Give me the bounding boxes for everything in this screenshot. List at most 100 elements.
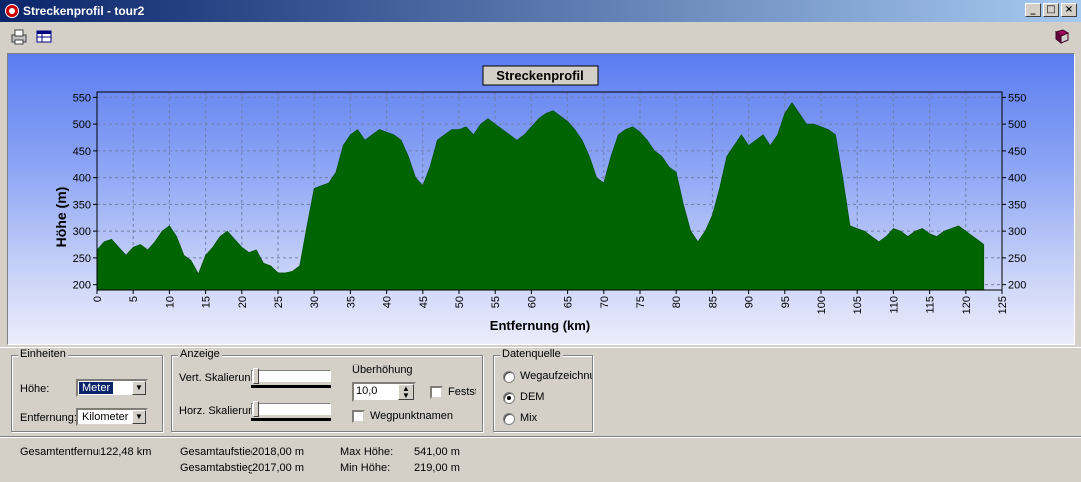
radio-mix[interactable]	[503, 413, 515, 425]
track-recording-label: Wegaufzeichnung	[520, 370, 592, 382]
x-tick-label: 55	[490, 296, 502, 308]
horizontal-scale-slider[interactable]	[251, 399, 335, 423]
horizontal-scale-label: Horz. Skalierung	[179, 405, 251, 417]
radio-dem[interactable]	[503, 392, 515, 404]
window-title: Streckenprofil - tour2	[23, 4, 145, 18]
x-tick-label: 80	[671, 296, 683, 308]
close-button[interactable]: ×	[1061, 3, 1077, 17]
data-source-group: Datenquelle Wegaufzeichnung DEM Mix	[493, 348, 593, 432]
y-tick-label: 300	[73, 226, 91, 238]
total-descent-value: 2017,00 m	[252, 462, 304, 474]
maximize-button[interactable]: □	[1043, 3, 1059, 17]
y-tick-label: 500	[73, 119, 91, 131]
waypoint-names-label: Wegpunktnamen	[370, 410, 453, 422]
chart-panel: 0 5 10 15 20 25 30 35 40 45 50 55 60 65 70 75 80 85 90 95 10…	[7, 53, 1075, 345]
min-height-value: 219,00 m	[414, 462, 460, 474]
x-tick-label: 105	[852, 296, 864, 314]
total-descent-label: Gesamtabstieg	[180, 462, 252, 474]
distance-unit-label: Entfernung:	[20, 412, 77, 424]
height-unit-value: Meter	[79, 382, 114, 394]
exaggeration-spinner[interactable]: 10,0 ▲ ▼	[352, 382, 416, 402]
y-tick-label-right: 300	[1008, 226, 1026, 238]
x-tick-label: 50	[454, 296, 466, 308]
elevation-area	[96, 102, 985, 291]
vertical-scale-label: Vert. Skalierung	[179, 372, 251, 384]
y-tick-label: 350	[73, 199, 91, 211]
total-ascent-value: 2018,00 m	[252, 446, 304, 458]
spinner-arrows-icon[interactable]: ▲ ▼	[398, 384, 414, 400]
vertical-scale-slider[interactable]	[251, 366, 335, 390]
x-tick-label: 40	[382, 296, 394, 308]
y-tick-label-right: 500	[1008, 119, 1026, 131]
slider-thumb[interactable]	[253, 368, 259, 384]
y-tick-label: 200	[73, 280, 91, 292]
chevron-down-icon[interactable]: ▼	[132, 410, 146, 424]
min-height-label: Min Höhe:	[340, 462, 391, 474]
x-tick-label: 15	[201, 296, 213, 308]
exaggeration-label: Überhöhung	[352, 364, 413, 376]
distance-unit-value: Kilometer	[82, 411, 129, 423]
y-tick-label-right: 200	[1008, 280, 1026, 292]
display-group: Anzeige Vert. Skalierung Horz. Skalierun…	[171, 348, 483, 432]
x-tick-label: 25	[273, 296, 285, 308]
x-tick-label: 65	[563, 296, 575, 308]
x-tick-label: 115	[925, 296, 937, 314]
festst-label: Festst	[448, 386, 476, 398]
y-tick-label-right: 400	[1008, 173, 1026, 185]
y-axis: 200 250 300 350 400 450 500 550	[73, 92, 97, 292]
y-tick-label: 550	[73, 92, 91, 104]
x-tick-label: 120	[961, 296, 973, 314]
slider-thumb[interactable]	[253, 401, 259, 417]
y-tick-label: 400	[73, 173, 91, 185]
x-tick-label: 20	[237, 296, 249, 308]
y-tick-label: 450	[73, 146, 91, 158]
x-tick-label: 10	[164, 296, 176, 308]
x-axis: 0 5 10 15 20 25 30 35 40 45 50 55 60 65 70 75 80 85 90 95 10…	[92, 290, 1009, 314]
book-icon[interactable]	[1053, 28, 1071, 46]
minimize-button[interactable]: _	[1025, 3, 1041, 17]
x-tick-label: 30	[309, 296, 321, 308]
y-axis-right: 200 250 300 350 400 450 500 550	[1002, 92, 1026, 292]
total-distance-label: Gesamtentfernung	[20, 446, 100, 458]
elevation-chart: 0 5 10 15 20 25 30 35 40 45 50 55 60 65 70 75 80 85 90 95 10…	[53, 65, 1026, 333]
x-tick-label: 85	[707, 296, 719, 308]
table-icon[interactable]	[35, 28, 53, 46]
chart-area	[96, 102, 985, 291]
data-source-group-title: Datenquelle	[500, 348, 563, 360]
distance-unit-select[interactable]: Kilometer ▼	[76, 408, 148, 426]
height-unit-select[interactable]: Meter ▼	[76, 379, 148, 397]
dem-label: DEM	[520, 391, 545, 403]
max-height-label: Max Höhe:	[340, 446, 394, 458]
total-ascent-label: Gesamtaufstieg	[180, 446, 252, 458]
x-tick-label: 45	[418, 296, 430, 308]
y-tick-label-right: 350	[1008, 199, 1026, 211]
display-group-title: Anzeige	[178, 348, 222, 360]
units-group: Einheiten Höhe: Meter ▼ Entfernung: Kilo…	[11, 348, 163, 432]
y-tick-label-right: 250	[1008, 253, 1026, 265]
settings-panel: Einheiten Höhe: Meter ▼ Entfernung: Kilo…	[0, 347, 1081, 435]
window-titlebar[interactable]: Streckenprofil - tour2 _ □ ×	[0, 0, 1081, 22]
mix-label: Mix	[520, 412, 538, 424]
app-icon	[5, 4, 19, 18]
x-tick-label: 60	[526, 296, 538, 308]
y-axis-label: Höhe (m)	[53, 187, 69, 248]
festst-checkbox[interactable]	[430, 386, 443, 399]
x-tick-label: 75	[635, 296, 647, 308]
units-group-title: Einheiten	[18, 348, 68, 360]
x-tick-label: 0	[92, 296, 104, 302]
y-tick-label: 250	[73, 253, 91, 265]
x-axis-label: Entfernung (km)	[490, 318, 590, 333]
printer-icon[interactable]	[10, 28, 28, 46]
statistics-bar: Gesamtentfernung 122,48 km Gesamtaufstie…	[0, 436, 1081, 482]
chevron-down-icon[interactable]: ▼	[132, 381, 146, 395]
x-tick-label: 35	[345, 296, 357, 308]
y-tick-label-right: 450	[1008, 146, 1026, 158]
x-tick-label: 5	[128, 296, 140, 302]
radio-track-recording[interactable]	[503, 371, 515, 383]
x-tick-label: 100	[816, 296, 828, 314]
x-tick-label: 90	[744, 296, 756, 308]
height-unit-label: Höhe:	[20, 383, 50, 395]
y-tick-label-right: 550	[1008, 92, 1026, 104]
waypoint-names-checkbox[interactable]	[352, 410, 365, 423]
x-tick-label: 110	[888, 296, 900, 314]
